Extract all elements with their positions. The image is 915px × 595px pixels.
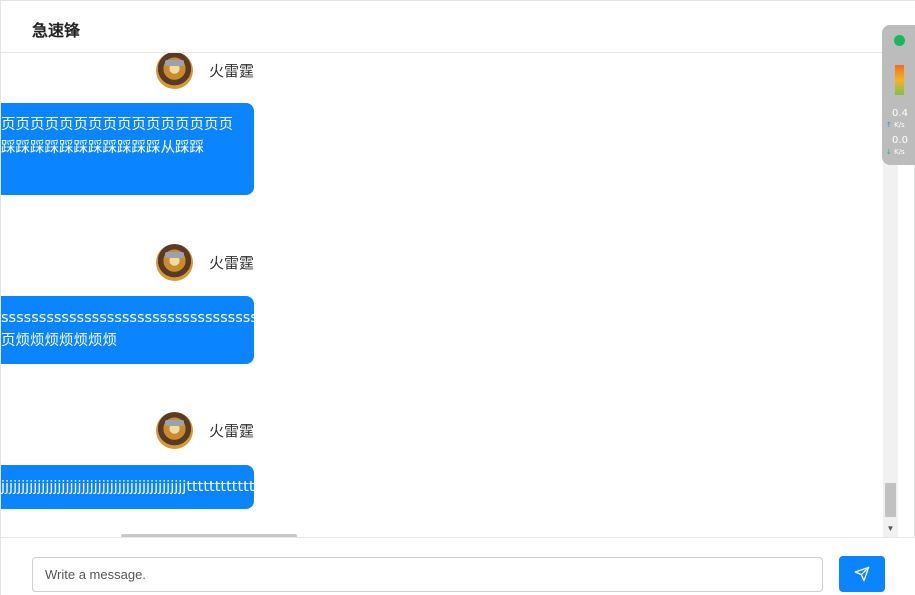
message-item: 火雷霆 ssssssssssssssssssssssssssssssssssss…	[1, 243, 254, 368]
upload-arrow-icon: ↑	[886, 121, 892, 129]
composer	[1, 537, 915, 595]
sender-name: 火雷霆	[208, 253, 254, 272]
sender-name: 火雷霆	[208, 61, 254, 80]
send-icon	[854, 566, 870, 582]
status-dot-icon	[894, 35, 905, 46]
upload-speed-unit: ↑ K/s	[886, 121, 915, 129]
speed-gauge	[895, 65, 904, 95]
avatar[interactable]	[155, 243, 193, 281]
message-item: 火雷霆 页页页页页页页页页页页页页页页页 踩踩踩踩踩踩踩踩踩踩踩从踩踩	[1, 53, 254, 196]
message-item: 火雷霆 jjjjjjjjjjjjjjjjjjjjjjjjjjjjjjjjjjjj…	[1, 411, 254, 511]
message-line: ssssssssssssssssssssssssssssssssssssssss…	[1, 310, 254, 326]
message-bubble: ssssssssssssssssssssssssssssssssssssssss…	[1, 296, 254, 364]
message-list[interactable]: 火雷霆 页页页页页页页页页页页页页页页页 踩踩踩踩踩踩踩踩踩踩踩从踩踩 火雷霆 …	[1, 53, 883, 537]
message-meta: 火雷霆	[155, 411, 254, 449]
download-unit-label: K/s	[894, 148, 905, 156]
send-button[interactable]	[839, 556, 885, 592]
download-arrow-icon: ↓	[886, 148, 892, 156]
message-bubble: jjjjjjjjjjjjjjjjjjjjjjjjjjjjjjjjjjjjjjjj…	[1, 465, 254, 509]
message-line: jjjjjjjjjjjjjjjjjjjjjjjjjjjjjjjjjjjjjjjj…	[1, 479, 254, 495]
chat-title: 急速锋	[32, 21, 81, 40]
message-line: 页页页页页页页页页页页页页页页页	[1, 117, 233, 133]
message-input[interactable]	[32, 557, 823, 592]
upload-unit-label: K/s	[894, 121, 905, 129]
message-line: 踩踩踩踩踩踩踩踩踩踩踩从踩踩	[1, 140, 204, 156]
download-speed-value: 0.0	[892, 135, 908, 146]
message-bubble: 页页页页页页页页页页页页页页页页 踩踩踩踩踩踩踩踩踩踩踩从踩踩	[1, 103, 254, 195]
message-line: 页烦烦烦烦烦烦烦	[1, 333, 117, 349]
chat-header: 急速锋	[1, 1, 915, 53]
download-speed-unit: ↓ K/s	[886, 148, 915, 156]
scroll-down-arrow-icon[interactable]: ▼	[883, 523, 898, 535]
network-speed-widget[interactable]: 0.4 ↑ K/s 0.0 ↓ K/s	[882, 25, 915, 165]
chat-window: 急速锋 火雷霆 页页页页页页页页页页页页页页页页 踩踩踩踩踩踩踩踩踩踩踩从踩踩 …	[0, 0, 915, 595]
sender-name: 火雷霆	[208, 421, 254, 440]
vertical-scrollbar-thumb[interactable]	[885, 483, 896, 517]
message-meta: 火雷霆	[155, 243, 254, 281]
upload-speed-value: 0.4	[892, 108, 908, 119]
avatar[interactable]	[155, 53, 193, 89]
avatar[interactable]	[155, 411, 193, 449]
message-meta: 火雷霆	[155, 53, 254, 89]
